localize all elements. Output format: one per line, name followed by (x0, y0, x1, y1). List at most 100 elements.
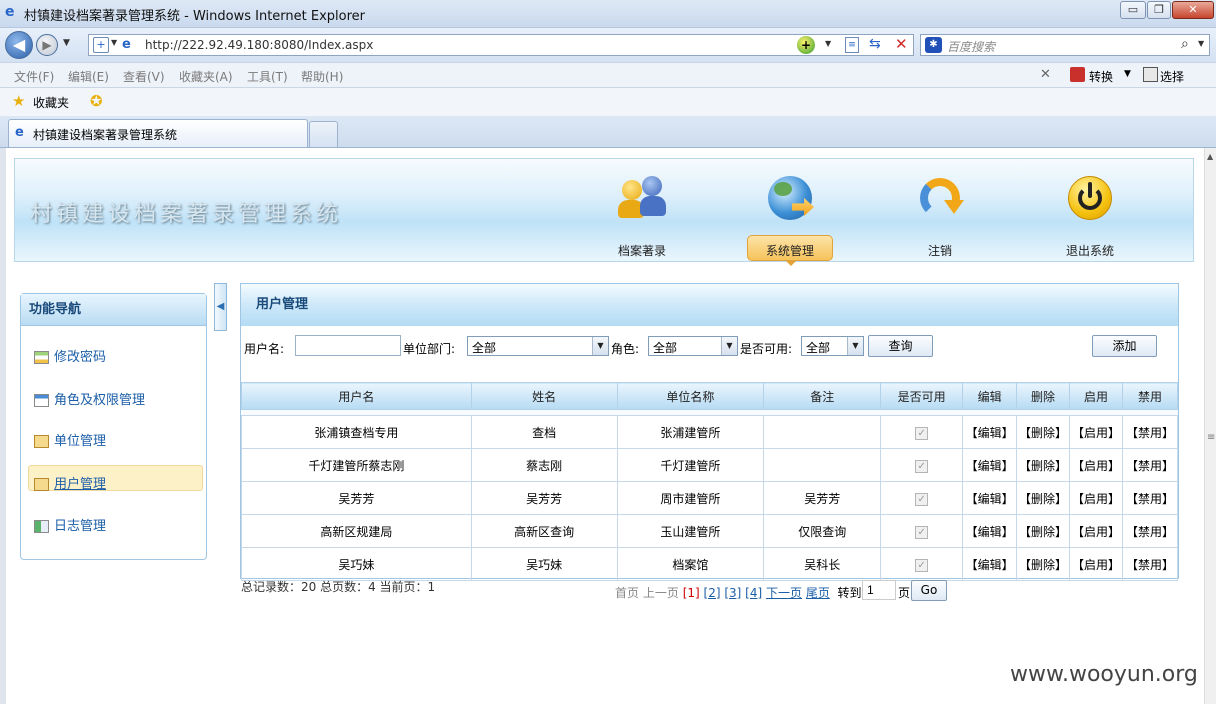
history-dropdown-icon[interactable]: ▼ (63, 38, 70, 48)
chevron-down-icon[interactable]: ▼ (721, 337, 737, 355)
sidebar-header: 功能导航 (21, 294, 206, 326)
sidebar-item-roles[interactable]: 角色及权限管理 (34, 389, 145, 408)
window-title-bar: e 村镇建设档案著录管理系统 - Windows Internet Explor… (0, 0, 1216, 28)
chevron-down-icon[interactable]: ▼ (592, 337, 608, 355)
enable-link[interactable]: 【启用】 (1069, 415, 1123, 449)
cell-unit: 周市建管所 (616, 481, 765, 515)
disable-link[interactable]: 【禁用】 (1121, 514, 1179, 548)
stop-icon[interactable]: ✕ (895, 35, 908, 53)
url-text[interactable]: http://222.92.49.180:8080/Index.aspx (145, 38, 373, 52)
edit-link[interactable]: 【编辑】 (962, 547, 1018, 581)
watermark: www.wooyun.org (1010, 662, 1198, 687)
enabled-label: 是否可用: (740, 342, 793, 356)
collapse-sidebar-button[interactable]: ◀ (214, 283, 227, 331)
nav-logout[interactable]: 注销 (904, 172, 976, 259)
close-toolbar-icon[interactable]: ✕ (1040, 67, 1051, 82)
add-on-icon[interactable]: + (797, 36, 815, 54)
address-bar[interactable]: + ▼ e http://222.92.49.180:8080/Index.as… (88, 34, 914, 56)
nav-archive-entry[interactable]: 档案著录 (606, 172, 678, 259)
enable-link[interactable]: 【启用】 (1069, 547, 1123, 581)
convert-button[interactable]: 转换 (1089, 68, 1113, 85)
delete-link[interactable]: 【删除】 (1016, 415, 1070, 449)
refresh-icon[interactable]: ⇆ (869, 36, 881, 52)
add-button[interactable]: 添加 (1092, 335, 1157, 357)
pager-page-3[interactable]: [3] (724, 586, 741, 600)
pager-first[interactable]: 首页 (615, 586, 639, 600)
menu-file[interactable]: 文件(F) (14, 68, 54, 85)
scroll-grip-icon[interactable]: ≡ (1207, 432, 1215, 443)
query-button[interactable]: 查询 (868, 335, 933, 357)
menu-edit[interactable]: 编辑(E) (68, 68, 109, 85)
delete-link[interactable]: 【删除】 (1016, 448, 1070, 482)
minimize-button[interactable]: ▭ (1120, 1, 1146, 19)
new-tab-button[interactable] (309, 121, 338, 147)
enable-link[interactable]: 【启用】 (1069, 448, 1123, 482)
chevron-down-icon[interactable]: ▼ (1198, 39, 1204, 48)
pager-prev[interactable]: 上一页 (643, 586, 679, 600)
vertical-scrollbar[interactable]: ▲ ≡ (1204, 148, 1216, 704)
chevron-down-icon[interactable]: ▼ (847, 337, 863, 355)
pager-last[interactable]: 尾页 (806, 586, 830, 600)
delete-link[interactable]: 【删除】 (1016, 547, 1070, 581)
tab-title[interactable]: 村镇建设档案著录管理系统 (33, 126, 177, 143)
nav-system-management[interactable]: 系统管理 (754, 172, 826, 259)
sidebar-item-users[interactable]: 用户管理 (34, 473, 106, 492)
goto-page-input[interactable] (862, 580, 896, 600)
search-icon[interactable]: ⌕ (1181, 36, 1189, 52)
menu-favorites[interactable]: 收藏夹(A) (179, 68, 233, 85)
cell-username: 千灯建管所蔡志刚 (241, 448, 472, 482)
menu-tools[interactable]: 工具(T) (247, 68, 288, 85)
role-select[interactable]: 全部 ▼ (648, 336, 738, 356)
pager-page-4[interactable]: [4] (745, 586, 762, 600)
disable-link[interactable]: 【禁用】 (1121, 547, 1179, 581)
enabled-select[interactable]: 全部 ▼ (801, 336, 864, 356)
forward-button[interactable]: ▶ (36, 34, 58, 56)
close-window-button[interactable]: ✕ (1172, 1, 1214, 19)
nav-exit[interactable]: 退出系统 (1054, 172, 1126, 259)
sidebar-item-change-password[interactable]: 修改密码 (34, 346, 106, 365)
cell-note: 吴芳芳 (763, 481, 882, 515)
disable-link[interactable]: 【禁用】 (1121, 481, 1179, 515)
edit-link[interactable]: 【编辑】 (962, 514, 1018, 548)
pager-page-1[interactable]: [1] (683, 586, 700, 600)
sidebar-item-logs[interactable]: 日志管理 (34, 515, 106, 534)
disable-link[interactable]: 【禁用】 (1121, 448, 1179, 482)
enable-link[interactable]: 【启用】 (1069, 481, 1123, 515)
nav-label: 系统管理 (765, 244, 814, 258)
chevron-down-icon[interactable]: ▼ (111, 38, 117, 47)
dept-select[interactable]: 全部 ▼ (467, 336, 609, 356)
enable-link[interactable]: 【启用】 (1069, 514, 1123, 548)
scroll-up-icon[interactable]: ▲ (1207, 152, 1213, 161)
sidebar-item-units[interactable]: 单位管理 (34, 430, 106, 449)
column-header: 姓名 (470, 382, 618, 410)
pager-page-2[interactable]: [2] (704, 586, 721, 600)
search-placeholder[interactable]: 百度搜索 (947, 38, 995, 55)
search-box[interactable]: ✱ 百度搜索 ⌕ ▼ (920, 34, 1210, 56)
edit-link[interactable]: 【编辑】 (962, 481, 1018, 515)
cell-note (763, 448, 882, 482)
chevron-down-icon[interactable]: ▼ (1124, 69, 1131, 79)
maximize-button[interactable]: ❐ (1147, 1, 1171, 19)
users-icon (616, 172, 668, 224)
delete-link[interactable]: 【删除】 (1016, 514, 1070, 548)
go-button[interactable]: Go (911, 580, 947, 601)
disable-link[interactable]: 【禁用】 (1121, 415, 1179, 449)
menu-view[interactable]: 查看(V) (123, 68, 165, 85)
delete-link[interactable]: 【删除】 (1016, 481, 1070, 515)
select-button[interactable]: 选择 (1160, 68, 1184, 85)
favorites-button[interactable]: 收藏夹 (33, 94, 69, 111)
edit-link[interactable]: 【编辑】 (962, 415, 1018, 449)
column-header: 启用 (1069, 382, 1123, 410)
compat-view-icon[interactable]: + (93, 37, 109, 53)
add-favorite-icon[interactable]: ✪ (90, 92, 103, 110)
browser-tab[interactable]: e 村镇建设档案著录管理系统 (8, 119, 308, 147)
nav-label: 退出系统 (1065, 244, 1114, 258)
edit-link[interactable]: 【编辑】 (962, 448, 1018, 482)
cell-username: 张浦镇查档专用 (241, 415, 472, 449)
chevron-down-icon[interactable]: ▼ (825, 39, 831, 48)
menu-help[interactable]: 帮助(H) (301, 68, 343, 85)
back-button[interactable]: ◀ (5, 31, 33, 59)
pager-next[interactable]: 下一页 (766, 586, 802, 600)
rss-page-icon[interactable]: ≡ (845, 37, 859, 53)
username-input[interactable] (295, 335, 401, 356)
